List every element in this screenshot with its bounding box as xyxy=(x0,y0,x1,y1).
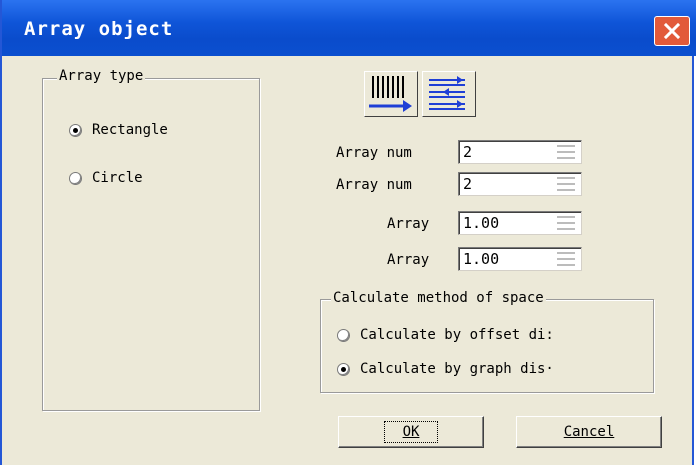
radio-calc-graph-indicator[interactable] xyxy=(337,362,350,376)
radio-calc-offset-indicator[interactable] xyxy=(337,328,350,342)
radio-calc-graph[interactable]: Calculate by graph dis· xyxy=(337,361,554,377)
vertical-array-button[interactable] xyxy=(364,71,418,117)
vertical-lines-arrow-icon xyxy=(365,76,417,120)
array-spinner-4[interactable]: 1.00 xyxy=(458,247,582,271)
array-type-legend: Array type xyxy=(57,68,146,84)
cancel-button-label: Cancel xyxy=(563,424,615,440)
spin-arrows-icon[interactable] xyxy=(555,251,577,267)
radio-calc-offset[interactable]: Calculate by offset di: xyxy=(337,327,554,343)
window-title: Array object xyxy=(24,18,174,40)
array-value-4[interactable]: 1.00 xyxy=(463,250,499,268)
array-label-3: Array xyxy=(387,216,430,232)
array-label-4: Array xyxy=(387,252,430,268)
array-object-dialog: Array object Array type Rectangle Circle xyxy=(0,0,696,465)
cancel-button[interactable]: Cancel xyxy=(516,416,662,448)
horizontal-lines-arrow-icon xyxy=(423,76,475,120)
array-num-spinner-1[interactable]: 2 xyxy=(458,140,582,164)
spin-arrows-icon[interactable] xyxy=(555,176,577,192)
ok-button-label: OK xyxy=(402,424,420,440)
radio-rectangle-label: Rectangle xyxy=(92,122,168,138)
horizontal-array-button[interactable] xyxy=(422,71,476,117)
radio-calc-graph-label: Calculate by graph dis· xyxy=(360,361,554,377)
ok-button[interactable]: OK xyxy=(338,416,484,448)
array-num-spinner-2[interactable]: 2 xyxy=(458,172,582,196)
radio-rectangle-indicator[interactable] xyxy=(69,123,82,137)
radio-circle-label: Circle xyxy=(92,170,143,186)
array-num-value-1[interactable]: 2 xyxy=(463,143,472,161)
spin-arrows-icon[interactable] xyxy=(555,144,577,160)
array-num-label-1: Array num xyxy=(336,145,412,161)
calc-method-legend: Calculate method of space xyxy=(331,290,546,306)
array-num-value-2[interactable]: 2 xyxy=(463,175,472,193)
radio-circle[interactable]: Circle xyxy=(69,170,143,186)
close-icon xyxy=(663,22,681,40)
array-value-3[interactable]: 1.00 xyxy=(463,214,499,232)
radio-circle-indicator[interactable] xyxy=(69,171,82,185)
close-button[interactable] xyxy=(654,16,690,46)
array-spinner-3[interactable]: 1.00 xyxy=(458,211,582,235)
radio-rectangle[interactable]: Rectangle xyxy=(69,122,168,138)
calc-method-group xyxy=(320,299,654,393)
spin-arrows-icon[interactable] xyxy=(555,215,577,231)
radio-calc-offset-label: Calculate by offset di: xyxy=(360,327,554,343)
array-num-label-2: Array num xyxy=(336,177,412,193)
title-bar[interactable]: Array object xyxy=(2,0,696,56)
